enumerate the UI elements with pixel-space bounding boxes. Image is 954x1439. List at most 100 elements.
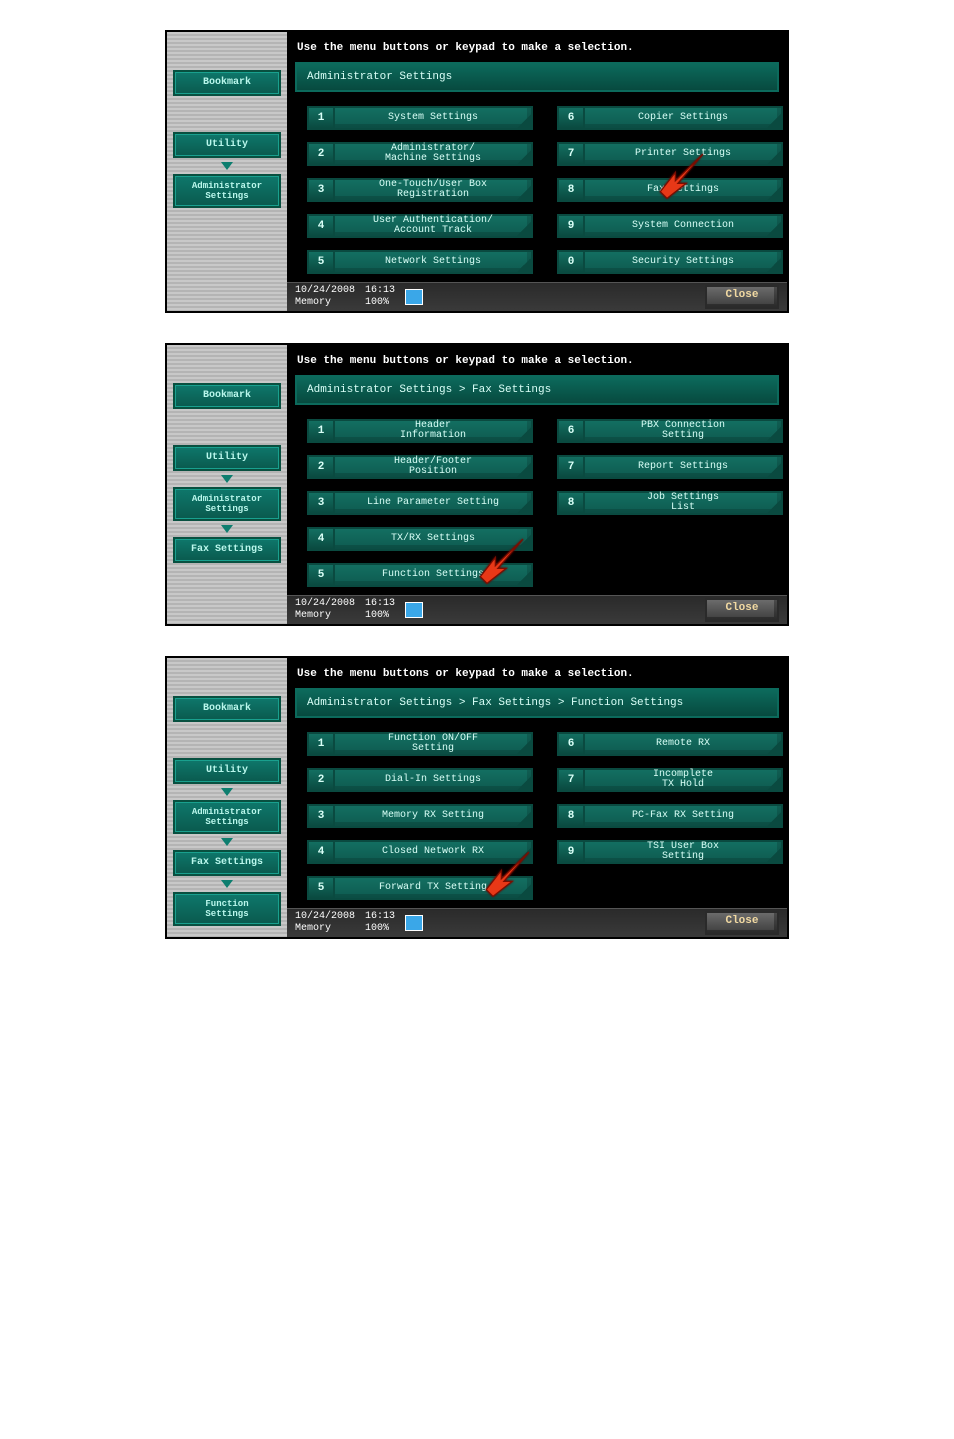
menu-option-9[interactable]: 9TSI User Box Setting xyxy=(557,840,783,864)
option-label: One-Touch/User Box Registration xyxy=(335,178,533,202)
option-label: System Connection xyxy=(585,214,783,238)
menu-option-8[interactable]: 8Job Settings List xyxy=(557,491,783,515)
status-memory-label: Memory xyxy=(295,297,355,309)
status-date: 10/24/2008 xyxy=(295,598,355,610)
menu-option-8[interactable]: 8Fax Settings xyxy=(557,178,783,202)
sidebar-item-fax-settings[interactable]: Fax Settings xyxy=(173,850,281,876)
option-label: PBX Connection Setting xyxy=(585,419,783,443)
menu-option-0[interactable]: 0Security Settings xyxy=(557,250,783,274)
menu-option-1[interactable]: 1Header Information xyxy=(307,419,533,443)
menu-option-5[interactable]: 5Forward TX Setting xyxy=(307,876,533,900)
status-date: 10/24/2008 xyxy=(295,285,355,297)
close-button[interactable]: Close xyxy=(705,285,779,309)
sidebar: Bookmark Utility Administrator Settings Fax… xyxy=(167,658,287,937)
sidebar-item-function-settings[interactable]: Function Settings xyxy=(173,892,281,926)
menu-option-6[interactable]: 6Remote RX xyxy=(557,732,783,756)
status-memory-pct: 100% xyxy=(365,297,395,309)
sidebar-item-utility[interactable]: Utility xyxy=(173,445,281,471)
menu-option-4[interactable]: 4User Authentication/ Account Track xyxy=(307,214,533,238)
option-label: PC-Fax RX Setting xyxy=(585,804,783,828)
option-number: 5 xyxy=(307,876,335,900)
menu-option-1[interactable]: 1System Settings xyxy=(307,106,533,130)
menu-option-3[interactable]: 3Memory RX Setting xyxy=(307,804,533,828)
menu-option-6[interactable]: 6PBX Connection Setting xyxy=(557,419,783,443)
menu-option-8[interactable]: 8PC-Fax RX Setting xyxy=(557,804,783,828)
option-number: 0 xyxy=(557,250,585,274)
status-time: 16:13 xyxy=(365,911,395,923)
breadcrumb-arrow-icon xyxy=(221,525,233,533)
options-grid: 1System Settings 6Copier Settings 2Adminis… xyxy=(287,100,787,282)
option-number: 7 xyxy=(557,455,585,479)
sidebar-item-bookmark[interactable]: Bookmark xyxy=(173,383,281,409)
sidebar-item-administrator-settings[interactable]: Administrator Settings xyxy=(173,487,281,521)
option-number: 3 xyxy=(307,491,335,515)
option-number: 1 xyxy=(307,419,335,443)
option-number: 2 xyxy=(307,768,335,792)
menu-option-7[interactable]: 7Printer Settings xyxy=(557,142,783,166)
status-memory-label: Memory xyxy=(295,923,355,935)
option-label: Administrator/ Machine Settings xyxy=(335,142,533,166)
option-number: 8 xyxy=(557,491,585,515)
status-memory-pct: 100% xyxy=(365,923,395,935)
menu-option-7[interactable]: 7Report Settings xyxy=(557,455,783,479)
sidebar-item-fax-settings[interactable]: Fax Settings xyxy=(173,537,281,563)
menu-option-2[interactable]: 2Administrator/ Machine Settings xyxy=(307,142,533,166)
sidebar: Bookmark Utility Administrator Settings Fax… xyxy=(167,345,287,624)
option-label: Forward TX Setting xyxy=(335,876,533,900)
sidebar-item-administrator-settings[interactable]: Administrator Settings xyxy=(173,174,281,208)
menu-option-1[interactable]: 1Function ON/OFF Setting xyxy=(307,732,533,756)
status-bar: 10/24/2008Memory16:13100%Close xyxy=(287,595,787,624)
sidebar-item-administrator-settings[interactable]: Administrator Settings xyxy=(173,800,281,834)
status-bar: 10/24/2008Memory16:13100%Close xyxy=(287,282,787,311)
status-icon xyxy=(405,915,423,931)
menu-option-3[interactable]: 3One-Touch/User Box Registration xyxy=(307,178,533,202)
hint-text: Use the menu buttons or keypad to make a… xyxy=(287,32,787,62)
option-number: 7 xyxy=(557,142,585,166)
sidebar-item-utility[interactable]: Utility xyxy=(173,758,281,784)
menu-option-4[interactable]: 4Closed Network RX xyxy=(307,840,533,864)
option-label: System Settings xyxy=(335,106,533,130)
status-memory-label: Memory xyxy=(295,610,355,622)
option-number: 5 xyxy=(307,563,335,587)
option-label: Closed Network RX xyxy=(335,840,533,864)
menu-option-9[interactable]: 9System Connection xyxy=(557,214,783,238)
option-label: Copier Settings xyxy=(585,106,783,130)
option-number: 4 xyxy=(307,840,335,864)
option-label: Header/Footer Position xyxy=(335,455,533,479)
menu-option-2[interactable]: 2Header/Footer Position xyxy=(307,455,533,479)
option-label: User Authentication/ Account Track xyxy=(335,214,533,238)
option-label: Job Settings List xyxy=(585,491,783,515)
breadcrumb-arrow-icon xyxy=(221,880,233,888)
hint-text: Use the menu buttons or keypad to make a… xyxy=(287,345,787,375)
close-button[interactable]: Close xyxy=(705,911,779,935)
menu-option-6[interactable]: 6Copier Settings xyxy=(557,106,783,130)
option-number: 2 xyxy=(307,455,335,479)
option-label: TX/RX Settings xyxy=(335,527,533,551)
menu-option-7[interactable]: 7Incomplete TX Hold xyxy=(557,768,783,792)
menu-option-4[interactable]: 4TX/RX Settings xyxy=(307,527,533,551)
status-icon xyxy=(405,602,423,618)
option-label: Function ON/OFF Setting xyxy=(335,732,533,756)
menu-option-5[interactable]: 5Network Settings xyxy=(307,250,533,274)
option-label: Report Settings xyxy=(585,455,783,479)
option-number: 3 xyxy=(307,804,335,828)
breadcrumb: Administrator Settings > Fax Settings xyxy=(295,375,779,405)
option-number: 4 xyxy=(307,214,335,238)
option-number: 3 xyxy=(307,178,335,202)
options-grid: 1Header Information 6PBX Connection Setti… xyxy=(287,413,787,595)
sidebar-item-utility[interactable]: Utility xyxy=(173,132,281,158)
option-label: Fax Settings xyxy=(585,178,783,202)
sidebar-item-bookmark[interactable]: Bookmark xyxy=(173,696,281,722)
menu-option-5[interactable]: 5Function Settings xyxy=(307,563,533,587)
menu-option-3[interactable]: 3Line Parameter Setting xyxy=(307,491,533,515)
menu-option-2[interactable]: 2Dial-In Settings xyxy=(307,768,533,792)
sidebar-item-bookmark[interactable]: Bookmark xyxy=(173,70,281,96)
close-button[interactable]: Close xyxy=(705,598,779,622)
option-number: 1 xyxy=(307,106,335,130)
breadcrumb-arrow-icon xyxy=(221,162,233,170)
option-number: 4 xyxy=(307,527,335,551)
option-label: Header Information xyxy=(335,419,533,443)
breadcrumb-arrow-icon xyxy=(221,788,233,796)
hint-text: Use the menu buttons or keypad to make a… xyxy=(287,658,787,688)
option-number: 2 xyxy=(307,142,335,166)
